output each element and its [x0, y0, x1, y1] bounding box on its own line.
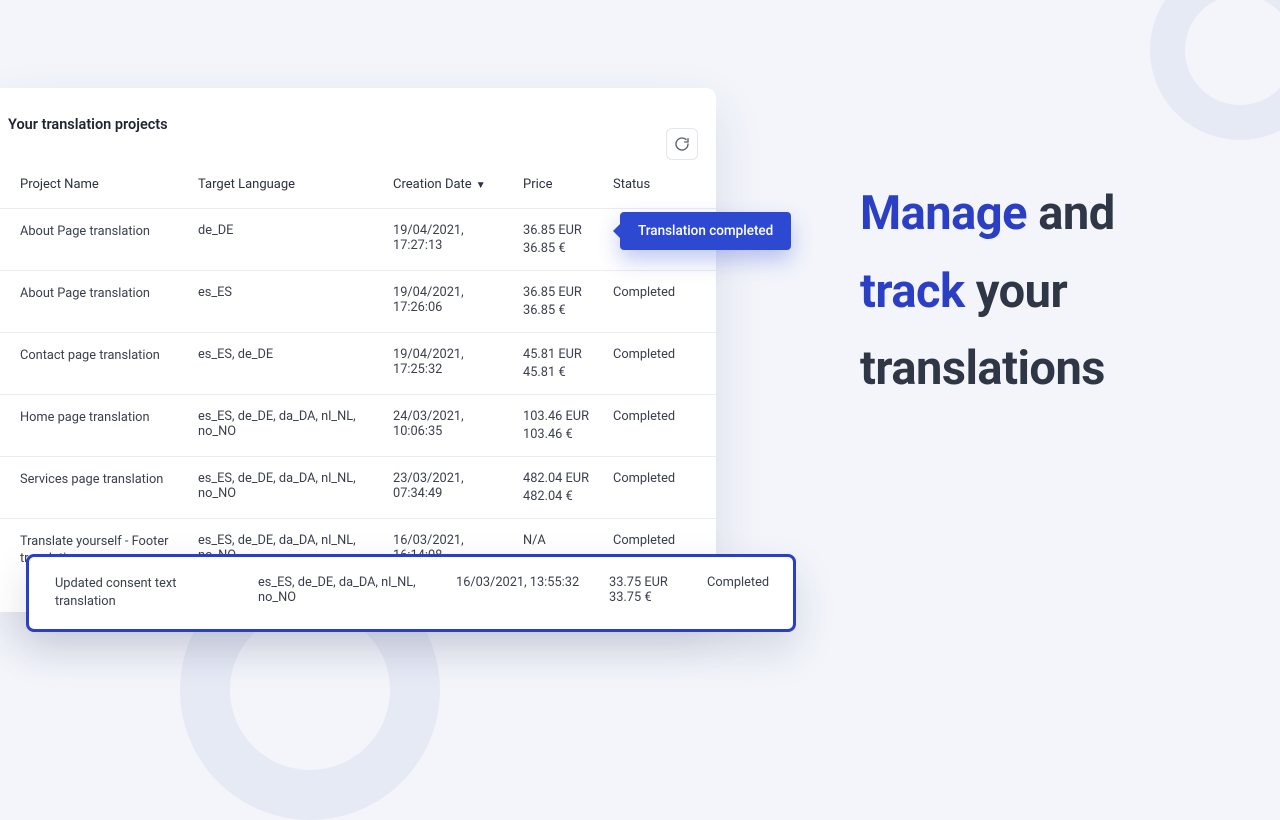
table-row[interactable]: About Page translation es_ES 19/04/2021,…	[0, 271, 716, 333]
headline-word-your: your	[976, 264, 1067, 319]
sort-desc-icon: ▼	[476, 180, 486, 191]
cell-creation-date: 19/04/2021, 17:26:06	[385, 271, 515, 333]
cell-price: 482.04 EUR482.04 €	[515, 457, 605, 519]
headline-word-manage: Manage	[860, 186, 1027, 241]
cell-creation-date: 23/03/2021, 07:34:49	[385, 457, 515, 519]
table-row[interactable]: Contact page translation es_ES, de_DE 19…	[0, 333, 716, 395]
panel-title: Your translation projects	[0, 108, 716, 137]
headline-word-translations: translations	[860, 341, 1105, 396]
cell-price: 45.81 EUR45.81 €	[515, 333, 605, 395]
cell-price: 36.85 EUR36.85 €	[515, 271, 605, 333]
headline-word-track: track	[860, 264, 965, 319]
table-row[interactable]: Services page translation es_ES, de_DE, …	[0, 457, 716, 519]
cell-target-language: es_ES, de_DE, da_DA, nl_NL, no_NO	[190, 395, 385, 457]
cell-price: 33.75 EUR33.75 €	[609, 575, 689, 611]
cell-project-name: About Page translation	[0, 209, 190, 271]
marketing-headline: Manage and track your translations	[860, 175, 1220, 408]
decorative-circle-top	[1150, 0, 1280, 140]
cell-target-language: es_ES, de_DE, da_DA, nl_NL, no_NO	[258, 575, 438, 611]
cell-creation-date: 19/04/2021, 17:27:13	[385, 209, 515, 271]
cell-price: 36.85 EUR36.85 €	[515, 209, 605, 271]
highlighted-row[interactable]: Updated consent text translation es_ES, …	[26, 554, 796, 632]
cell-project-name: Home page translation	[0, 395, 190, 457]
cell-creation-date: 24/03/2021, 10:06:35	[385, 395, 515, 457]
headline-word-and: and	[1038, 186, 1114, 241]
cell-target-language: es_ES	[190, 271, 385, 333]
refresh-icon	[674, 136, 690, 152]
cell-project-name: Contact page translation	[0, 333, 190, 395]
cell-price: 103.46 EUR103.46 €	[515, 395, 605, 457]
cell-target-language: es_ES, de_DE	[190, 333, 385, 395]
table-row[interactable]: Home page translation es_ES, de_DE, da_D…	[0, 395, 716, 457]
col-creation-date-label: Creation Date	[393, 177, 472, 192]
translation-completed-tooltip: Translation completed	[620, 212, 791, 250]
cell-creation-date: 16/03/2021, 13:55:32	[456, 575, 591, 611]
col-price[interactable]: Price	[515, 137, 605, 209]
cell-target-language: de_DE	[190, 209, 385, 271]
col-creation-date[interactable]: Creation Date ▼	[385, 137, 515, 209]
refresh-button[interactable]	[666, 128, 698, 160]
cell-status: Completed	[707, 575, 797, 611]
col-status[interactable]: Status	[605, 137, 716, 209]
cell-status: Completed	[605, 333, 716, 395]
col-target-language[interactable]: Target Language	[190, 137, 385, 209]
cell-creation-date: 19/04/2021, 17:25:32	[385, 333, 515, 395]
cell-status: Completed	[605, 395, 716, 457]
cell-target-language: es_ES, de_DE, da_DA, nl_NL, no_NO	[190, 457, 385, 519]
table-row[interactable]: About Page translation de_DE 19/04/2021,…	[0, 209, 716, 271]
cell-status: Completed	[605, 457, 716, 519]
col-project-name[interactable]: Project Name	[0, 137, 190, 209]
cell-status: Completed	[605, 271, 716, 333]
projects-table: Project Name Target Language Creation Da…	[0, 137, 716, 582]
cell-project-name: About Page translation	[0, 271, 190, 333]
cell-project-name: Updated consent text translation	[55, 575, 240, 611]
projects-panel: Your translation projects Project Name T…	[0, 88, 716, 612]
cell-project-name: Services page translation	[0, 457, 190, 519]
